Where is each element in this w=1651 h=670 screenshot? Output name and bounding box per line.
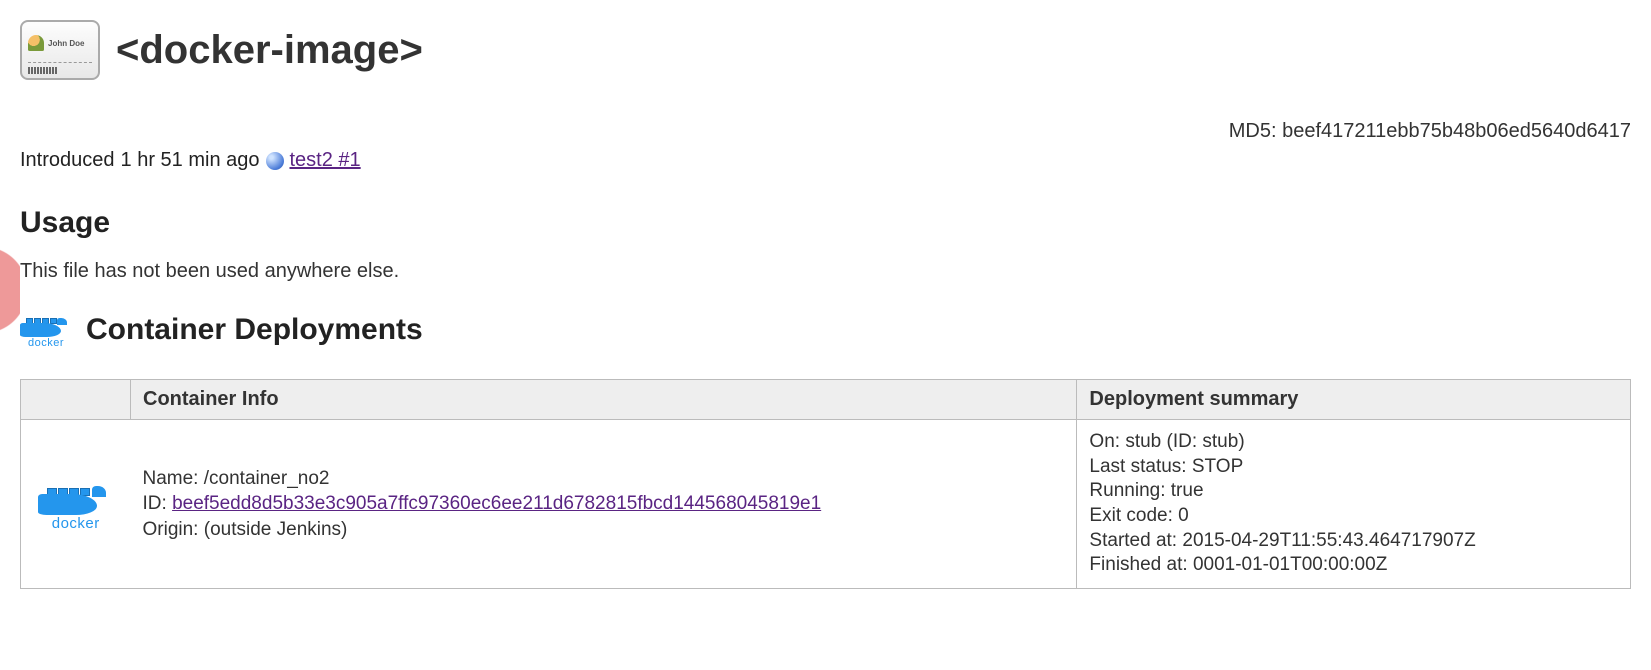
column-header-summary: Deployment summary bbox=[1077, 380, 1631, 420]
container-id-label: ID: bbox=[143, 493, 167, 514]
build-status-ball-icon bbox=[266, 152, 284, 170]
page-title: <docker-image> bbox=[116, 28, 423, 73]
summary-status-label: Last status: bbox=[1089, 456, 1186, 477]
summary-running-label: Running: bbox=[1089, 480, 1165, 501]
deployment-summary-block: On: stub (ID: stub) Last status: STOP Ru… bbox=[1089, 430, 1618, 578]
fingerprint-badge-icon: John Doe bbox=[20, 20, 100, 80]
build-link[interactable]: test2 #1 bbox=[290, 149, 361, 172]
summary-exit-value: 0 bbox=[1178, 505, 1189, 526]
usage-heading: Usage bbox=[20, 206, 1631, 240]
container-id-link[interactable]: beef5edd8d5b33e3c905a7ffc97360ec6ee211d6… bbox=[172, 493, 821, 514]
md5-value: beef417211ebb75b48b06ed5640d6417 bbox=[1282, 120, 1631, 142]
summary-started-value: 2015-04-29T11:55:43.464717907Z bbox=[1182, 530, 1475, 551]
summary-on-value: stub (ID: stub) bbox=[1125, 431, 1244, 452]
summary-running-value: true bbox=[1171, 480, 1204, 501]
summary-started-label: Started at: bbox=[1089, 530, 1177, 551]
column-header-info: Container Info bbox=[131, 380, 1077, 420]
docker-logo-text: docker bbox=[52, 515, 100, 532]
summary-on-label: On: bbox=[1089, 431, 1120, 452]
table-header-row: Container Info Deployment summary bbox=[21, 380, 1631, 420]
md5-label: MD5: bbox=[1229, 120, 1277, 142]
page-header: John Doe <docker-image> bbox=[20, 20, 1631, 80]
docker-logo-text: docker bbox=[28, 337, 64, 349]
column-header-icon bbox=[21, 380, 131, 420]
summary-status-value: STOP bbox=[1192, 456, 1243, 477]
deployments-heading: Container Deployments bbox=[86, 313, 423, 347]
introduced-prefix: Introduced bbox=[20, 149, 115, 172]
summary-finished-label: Finished at: bbox=[1089, 554, 1187, 575]
summary-exit-label: Exit code: bbox=[1089, 505, 1172, 526]
person-icon bbox=[28, 35, 44, 51]
deployments-table: Container Info Deployment summary docker bbox=[20, 379, 1631, 589]
introduced-ago: 1 hr 51 min ago bbox=[121, 149, 260, 172]
butler-background-graphic bbox=[0, 190, 20, 390]
usage-text: This file has not been used anywhere els… bbox=[20, 260, 1631, 283]
introduced-row: Introduced 1 hr 51 min ago test2 #1 bbox=[20, 149, 1631, 172]
deployments-header: docker Container Deployments bbox=[20, 311, 1631, 349]
md5-row: MD5: beef417211ebb75b48b06ed5640d6417 bbox=[20, 120, 1631, 143]
table-row: docker Name: /container_no2 ID: beef5edd… bbox=[21, 420, 1631, 589]
summary-finished-value: 0001-01-01T00:00:00Z bbox=[1193, 554, 1387, 575]
container-name-label: Name: bbox=[143, 468, 199, 489]
container-origin-value: (outside Jenkins) bbox=[204, 519, 348, 540]
container-name-value: /container_no2 bbox=[204, 468, 330, 489]
container-origin-label: Origin: bbox=[143, 519, 199, 540]
container-info-block: Name: /container_no2 ID: beef5edd8d5b33e… bbox=[143, 466, 1065, 543]
docker-logo-icon: docker bbox=[33, 477, 119, 532]
docker-logo-icon: docker bbox=[20, 311, 72, 349]
badge-name: John Doe bbox=[48, 39, 84, 48]
